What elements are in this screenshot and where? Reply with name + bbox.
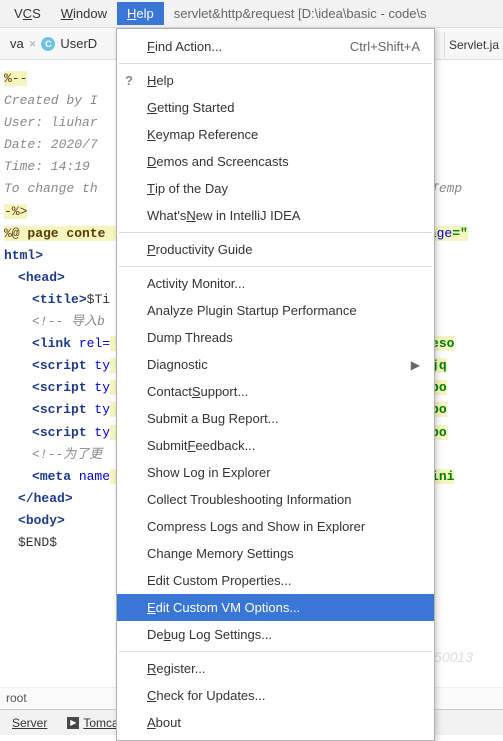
server-tab[interactable]: Server	[6, 713, 53, 733]
menu-separator	[119, 266, 432, 267]
menu-analyze-plugin[interactable]: Analyze Plugin Startup Performance	[117, 297, 434, 324]
window-title: servlet&http&request [D:\idea\basic - co…	[164, 2, 437, 25]
menubar: VCS Window Help servlet&http&request [D:…	[0, 0, 503, 28]
menu-debug-log[interactable]: Debug Log Settings...	[117, 621, 434, 648]
menu-tip[interactable]: Tip of the Day	[117, 175, 434, 202]
menu-separator	[119, 232, 432, 233]
editor-tab-right[interactable]: Servlet.ja	[444, 32, 503, 58]
menu-contact-support[interactable]: Contact Support...	[117, 378, 434, 405]
menu-about[interactable]: About	[117, 709, 434, 736]
editor-tab-left[interactable]: va × C UserD	[2, 32, 105, 55]
menu-keymap[interactable]: Keymap Reference	[117, 121, 434, 148]
menu-memory-settings[interactable]: Change Memory Settings	[117, 540, 434, 567]
menu-dump-threads[interactable]: Dump Threads	[117, 324, 434, 351]
menu-check-updates[interactable]: Check for Updates...	[117, 682, 434, 709]
menu-compress-logs[interactable]: Compress Logs and Show in Explorer	[117, 513, 434, 540]
menu-feedback[interactable]: Submit Feedback...	[117, 432, 434, 459]
menu-productivity[interactable]: Productivity Guide	[117, 236, 434, 263]
menu-window[interactable]: Window	[51, 2, 117, 25]
code: %--	[4, 71, 27, 86]
menu-separator	[119, 63, 432, 64]
help-dropdown: Find Action...Ctrl+Shift+A ?Help Getting…	[116, 28, 435, 741]
help-icon: ?	[125, 73, 133, 88]
menu-vcs[interactable]: VCS	[4, 2, 51, 25]
menu-getting-started[interactable]: Getting Started	[117, 94, 434, 121]
tab-label: UserD	[60, 36, 97, 51]
menu-diagnostic[interactable]: Diagnostic▶	[117, 351, 434, 378]
menu-custom-properties[interactable]: Edit Custom Properties...	[117, 567, 434, 594]
class-icon: C	[41, 37, 55, 51]
tab-sep: va	[10, 36, 24, 51]
menu-bug-report[interactable]: Submit a Bug Report...	[117, 405, 434, 432]
menu-help[interactable]: Help	[117, 2, 164, 25]
code: -%>	[4, 204, 27, 219]
menu-whatsnew[interactable]: What's New in IntelliJ IDEA	[117, 202, 434, 229]
menu-demos[interactable]: Demos and Screencasts	[117, 148, 434, 175]
menu-activity-monitor[interactable]: Activity Monitor...	[117, 270, 434, 297]
run-icon: ▶	[67, 717, 79, 729]
menu-find-action[interactable]: Find Action...Ctrl+Shift+A	[117, 33, 434, 60]
menu-register[interactable]: Register...	[117, 655, 434, 682]
menu-custom-vm-options[interactable]: Edit Custom VM Options...	[117, 594, 434, 621]
menu-help-item[interactable]: ?Help	[117, 67, 434, 94]
chevron-right-icon: ▶	[411, 358, 420, 372]
menu-show-log[interactable]: Show Log in Explorer	[117, 459, 434, 486]
menu-collect-troubleshoot[interactable]: Collect Troubleshooting Information	[117, 486, 434, 513]
menu-separator	[119, 651, 432, 652]
